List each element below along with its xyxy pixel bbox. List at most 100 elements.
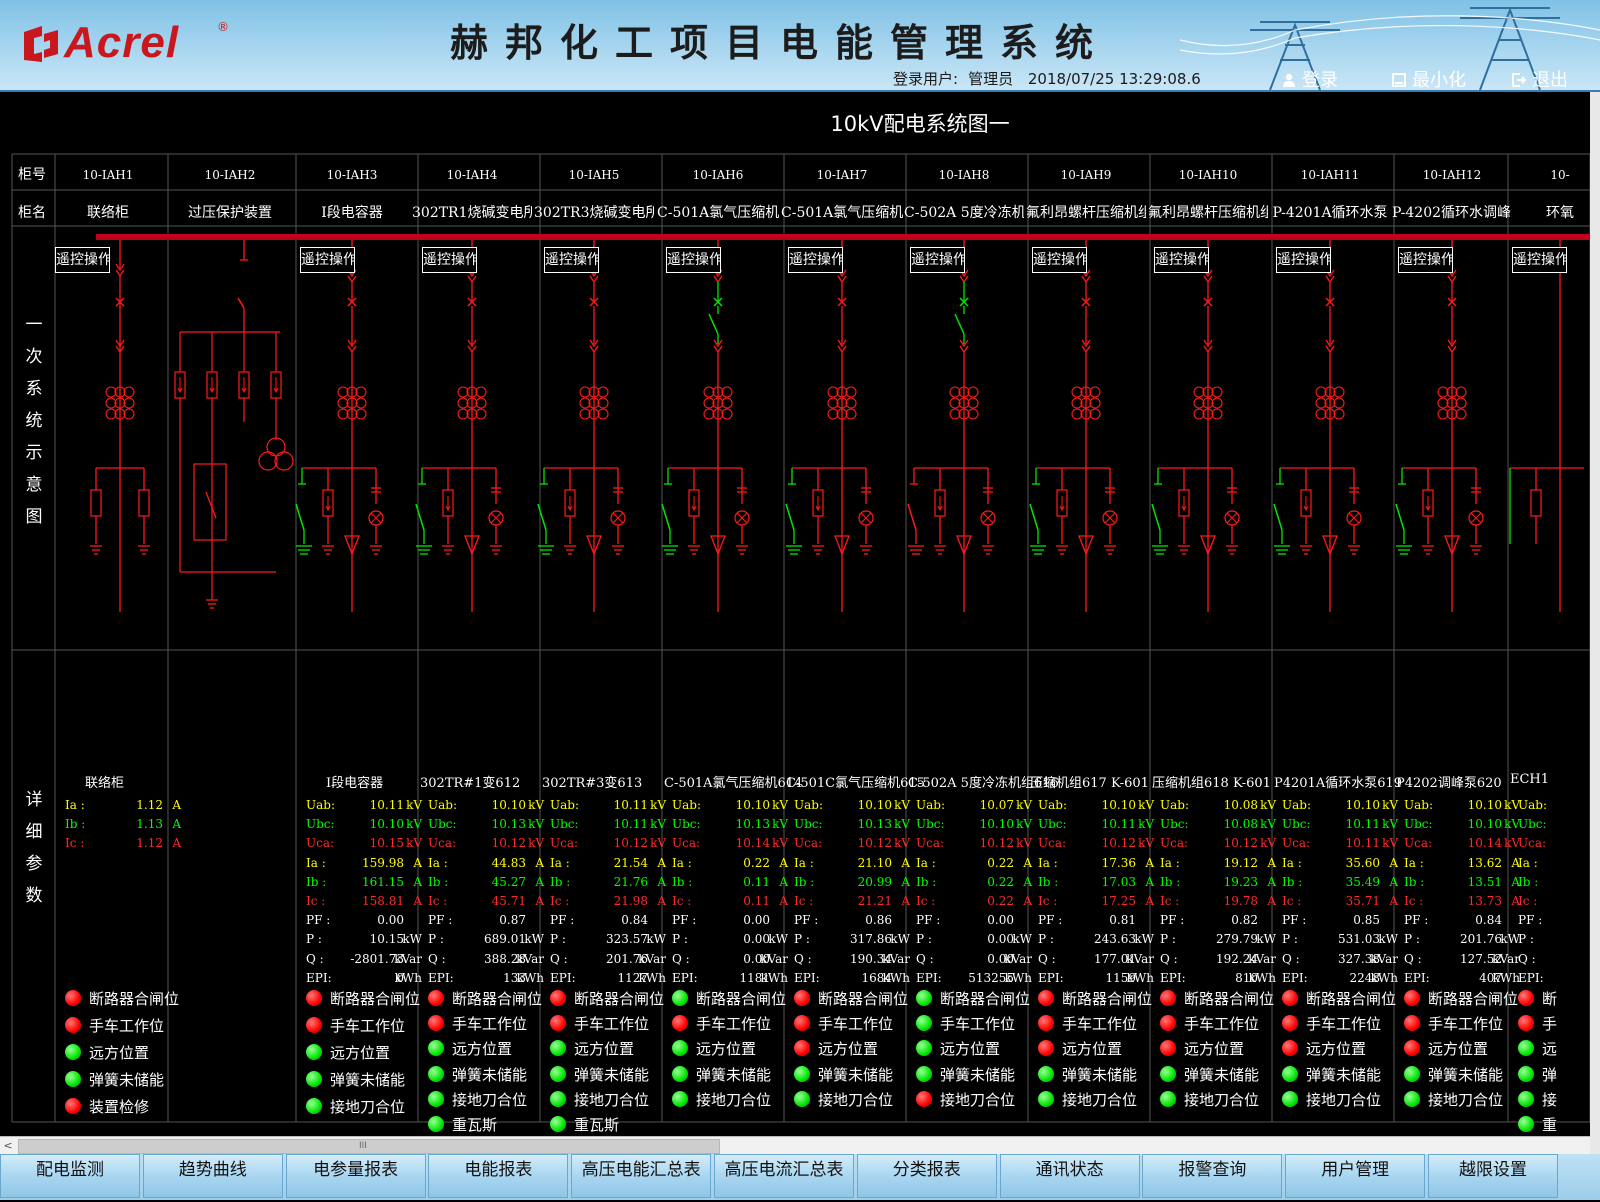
- measurement-row: Uca: 10.12 kV: [550, 836, 666, 855]
- remote-control-button[interactable]: 遥控操作: [1398, 247, 1453, 273]
- measurement-row: P :10.15 kW: [306, 932, 422, 951]
- status-led-green: [1160, 1065, 1176, 1082]
- remote-control-button[interactable]: 遥控操作: [1032, 247, 1087, 273]
- horizontal-scrollbar[interactable]: < III: [0, 1136, 1590, 1155]
- status-led-green: [794, 1065, 810, 1082]
- status-led-red: [794, 1040, 810, 1057]
- measurement-value: 17.36: [1101, 855, 1136, 870]
- nav-button[interactable]: 电参量报表: [285, 1154, 426, 1198]
- status-label: 远方位置: [940, 1040, 1001, 1059]
- measurement-value: 19.12: [1223, 855, 1258, 870]
- status-label: 远方位置: [330, 1044, 391, 1062]
- minimize-button[interactable]: 最小化: [1392, 66, 1466, 90]
- measurement-value: 0.22: [987, 894, 1014, 908]
- status-label: 接: [1542, 1090, 1558, 1109]
- measurement-key: Ia :: [1282, 855, 1302, 870]
- measurement-value: 0.00: [743, 932, 770, 947]
- measurement-row: Uab: 10.11 kV: [306, 798, 422, 817]
- status-label: 远方位置: [818, 1040, 879, 1059]
- nav-button[interactable]: 用户管理: [1285, 1154, 1426, 1198]
- measurement-value: 10.15: [369, 836, 404, 851]
- row-label-primary-diagram: 次: [25, 347, 43, 367]
- remote-control-button[interactable]: 遥控操作: [910, 247, 965, 273]
- measurement-value: 0.11: [743, 874, 770, 889]
- status-label: 弹簧未储能: [1428, 1065, 1504, 1084]
- remote-control-button[interactable]: 遥控操作: [1154, 247, 1209, 273]
- measurement-value: 10.11: [613, 798, 648, 812]
- scroll-left-arrow[interactable]: <: [0, 1137, 16, 1155]
- nav-button[interactable]: 通讯状态: [999, 1154, 1140, 1198]
- voltage-transformer: [266, 437, 286, 457]
- status-led-green: [428, 1090, 444, 1107]
- nav-button[interactable]: 分类报表: [856, 1154, 997, 1198]
- row-label-details: 数: [25, 886, 43, 906]
- measurement-key: Uab:: [1160, 798, 1189, 812]
- exit-button[interactable]: 退出: [1512, 66, 1568, 90]
- measurement-row: EPI: 0 kWh: [306, 971, 422, 990]
- remote-control-button[interactable]: 遥控操作: [422, 247, 477, 273]
- remote-control-button[interactable]: 遥控操作: [300, 247, 355, 273]
- nav-button[interactable]: 趋势曲线: [142, 1154, 283, 1198]
- measurement-row: PF : 0.00: [916, 913, 1032, 932]
- measurement-row: PF : 0.00: [672, 913, 788, 932]
- measurement-key: Ic :: [1282, 894, 1302, 908]
- remote-control-button[interactable]: 遥控操作: [1276, 247, 1331, 273]
- measurement-key: Ib :: [65, 817, 86, 832]
- bottom-nav: 配电监测 趋势曲线 电参量报表 电能报表 高压电能汇总表 高压电流汇总表 分类报表 通讯状态报…: [0, 1154, 1600, 1200]
- switchgear-10: [1151, 240, 1240, 612]
- indicator-lamp-cross: [982, 512, 994, 524]
- nav-button[interactable]: 报警查询: [1142, 1154, 1283, 1198]
- measurement-key: Ia :: [65, 798, 85, 812]
- measurement-key: Ib :: [1160, 874, 1181, 889]
- nav-button[interactable]: 高压电流汇总表: [714, 1154, 854, 1198]
- status-label: 远方位置: [696, 1040, 757, 1059]
- remote-control-button[interactable]: 遥控操作: [788, 247, 843, 273]
- row-label-primary-diagram: 统: [25, 411, 43, 431]
- measurement-value: 13.62: [1467, 855, 1502, 870]
- status-led-red: [65, 1098, 81, 1114]
- remote-control-button[interactable]: 遥控操作: [55, 247, 110, 273]
- measurement-row: Q :201.76 kVar: [550, 952, 666, 971]
- measurement-row: EPI: 1127 kWh: [550, 971, 666, 990]
- remote-control-button[interactable]: 遥控操作: [1512, 247, 1567, 273]
- status-led-green: [306, 1044, 322, 1060]
- measurement-key: Uab:: [794, 798, 823, 812]
- measurement-row: EPI: 1181 kWh: [672, 971, 788, 990]
- status-label: 远方位置: [574, 1040, 635, 1059]
- nav-button[interactable]: 越限设置: [1428, 1154, 1558, 1198]
- measurement-row: EPI: 1684 kWh: [794, 971, 910, 990]
- status-label: 远: [1542, 1040, 1558, 1059]
- nav-button[interactable]: 配电监测: [0, 1154, 140, 1198]
- status-led-red: [794, 990, 810, 1006]
- measurement-row: Ia :17.36 A: [1038, 856, 1154, 875]
- status-led-green: [916, 990, 932, 1006]
- status-label: 手: [1542, 1015, 1558, 1034]
- measurement-key: PF :: [550, 913, 575, 928]
- status-led-green: [916, 1040, 932, 1057]
- measurement-value: 10.12: [857, 836, 892, 851]
- status-label: 弹簧未储能: [1306, 1065, 1382, 1084]
- voltage-transformer: [258, 451, 278, 471]
- nav-button[interactable]: 电能报表: [428, 1154, 569, 1198]
- measurement-row: PF : 0.81: [1038, 913, 1154, 932]
- status-label: 远方位置: [1306, 1040, 1367, 1059]
- measurement-row: EPI: 2248 kWh: [1282, 971, 1398, 990]
- measurement-row: Ia :13.62 A: [1404, 856, 1520, 875]
- status-label: 接地刀合位: [940, 1090, 1016, 1109]
- remote-control-button[interactable]: 遥控操作: [666, 247, 721, 273]
- vertical-scrollbar-strip[interactable]: [1590, 92, 1600, 1154]
- measurement-key: Q :: [1404, 951, 1422, 966]
- login-button[interactable]: 登录: [1282, 66, 1338, 90]
- cabinet-name: 302TR1烧碱变电所: [412, 205, 532, 221]
- measurement-row: Ic :1.12 A: [65, 836, 181, 855]
- measurement-key: Uca:: [428, 836, 457, 851]
- status-led-red: [1404, 1040, 1420, 1057]
- remote-control-button[interactable]: 遥控操作: [544, 247, 599, 273]
- measurement-key: P :: [672, 932, 688, 947]
- measurement-key: Q :: [1160, 951, 1178, 966]
- status-label: 弹簧未储能: [696, 1065, 772, 1084]
- measurement-row: Ic :21.21 A: [794, 894, 910, 913]
- status-label: 弹簧未储能: [1062, 1065, 1138, 1084]
- scroll-thumb[interactable]: III: [18, 1139, 720, 1154]
- nav-button[interactable]: 高压电能汇总表: [571, 1154, 712, 1198]
